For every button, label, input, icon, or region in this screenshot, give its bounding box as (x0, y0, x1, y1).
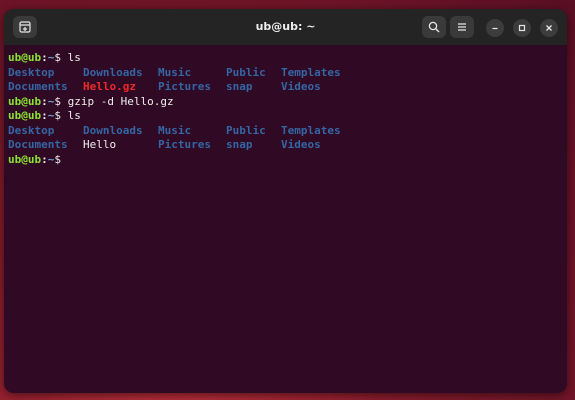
ls-output-row: Desktop Downloads Music Public Templates (8, 124, 567, 139)
close-button[interactable] (540, 19, 558, 37)
prompt-separator: : (41, 152, 48, 166)
command-text: ls (61, 51, 81, 64)
prompt-separator: : (41, 109, 48, 122)
search-button[interactable] (422, 16, 446, 38)
ls-entry-dir: Pictures (158, 138, 211, 151)
ls-entry-dir: Desktop (8, 65, 55, 79)
prompt-user: ub@ub (8, 51, 42, 64)
ls-entry-dir: Documents (8, 80, 68, 93)
prompt-dollar: $ (54, 94, 61, 108)
ls-entry-dir: snap (226, 138, 253, 151)
terminal-output[interactable]: ub@ub:~$ ls Desktop Downloads Music Public T… (4, 45, 567, 393)
ls-entry-dir: Public (226, 65, 266, 79)
close-icon (545, 19, 553, 37)
prompt-separator: : (41, 51, 48, 64)
prompt-user: ub@ub (8, 109, 42, 122)
ls-entry-dir: Pictures (158, 80, 211, 93)
terminal-line: ub@ub:~$ ls (8, 109, 567, 124)
terminal-line: ub@ub:~$ ls (8, 51, 567, 66)
ls-entry-dir: Music (158, 123, 192, 137)
terminal-line: ub@ub:~$ (8, 153, 567, 168)
minimize-icon (491, 19, 499, 37)
ls-entry-dir: Videos (281, 80, 321, 93)
terminal-window: ub@ub: ~ ub@ub:~$ ls Desktop Downloads M… (4, 9, 567, 393)
ls-entry-dir: Downloads (83, 123, 143, 137)
ls-output-row: Desktop Downloads Music Public Templates (8, 66, 567, 81)
maximize-icon (518, 19, 526, 37)
ls-entry-dir: Templates (281, 65, 341, 79)
ls-entry-dir: Music (158, 65, 192, 79)
ls-entry-file: Hello (83, 138, 117, 151)
search-icon (428, 21, 440, 33)
ls-entry-dir: Downloads (83, 65, 143, 79)
prompt-dollar: $ (54, 152, 61, 166)
ls-output-row: Documents Hello Pictures snap Videos (8, 138, 567, 153)
prompt-dollar: $ (54, 51, 61, 64)
terminal-line: ub@ub:~$ gzip -d Hello.gz (8, 95, 567, 110)
hamburger-menu-icon (456, 21, 468, 33)
command-text: gzip -d Hello.gz (61, 94, 174, 108)
ls-output-row: Documents Hello.gz Pictures snap Videos (8, 80, 567, 95)
minimize-button[interactable] (486, 19, 504, 37)
prompt-separator: : (41, 94, 48, 108)
ls-entry-dir: Videos (281, 138, 321, 151)
ls-entry-dir: Documents (8, 138, 68, 151)
prompt-dollar: $ (54, 109, 61, 122)
ls-entry-dir: Templates (281, 123, 341, 137)
ls-entry-dir: Public (226, 123, 266, 137)
menu-button[interactable] (450, 16, 474, 38)
prompt-user: ub@ub (8, 94, 42, 108)
ls-entry-dir: Desktop (8, 123, 55, 137)
desktop-background: ub@ub: ~ ub@ub:~$ ls Desktop Downloads M… (0, 0, 575, 400)
maximize-button[interactable] (513, 19, 531, 37)
prompt-user: ub@ub (8, 152, 42, 166)
ls-entry-dir: snap (226, 80, 253, 93)
ls-entry-archive: Hello.gz (83, 80, 136, 93)
window-title: ub@ub: ~ (255, 20, 316, 33)
title-bar: ub@ub: ~ (4, 9, 567, 46)
command-text: ls (61, 109, 81, 122)
